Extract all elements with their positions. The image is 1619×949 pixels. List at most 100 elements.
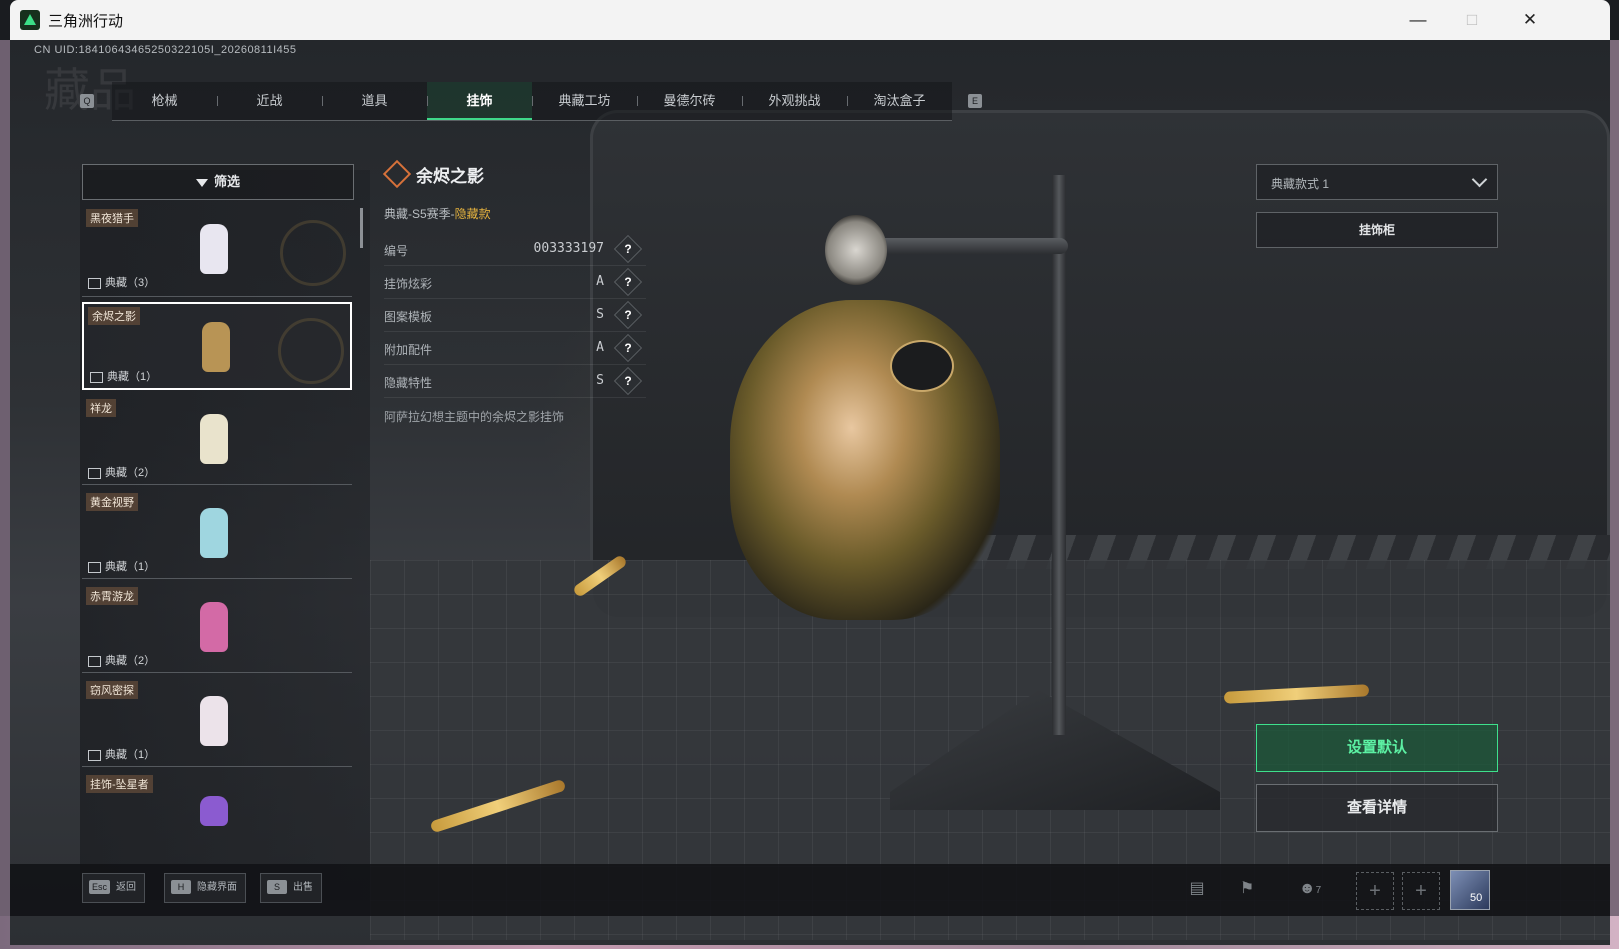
list-scrollbar[interactable] xyxy=(360,208,363,248)
tab-appearance-challenge[interactable]: 外观挑战 xyxy=(742,82,847,120)
item-name: 赤霄游龙 xyxy=(86,587,138,605)
party-icon[interactable]: ☻7 xyxy=(1286,876,1334,902)
season-tag: 典藏-S5赛季-隐藏款 xyxy=(384,205,491,222)
tab-collection-workshop[interactable]: 典藏工坊 xyxy=(532,82,637,120)
item-name: 祥龙 xyxy=(86,399,116,417)
key-h: H xyxy=(171,880,191,895)
charm-model[interactable] xyxy=(730,300,1000,620)
list-item[interactable]: 挂饰-坠星者 xyxy=(82,772,352,832)
tab-prev-key[interactable]: Q xyxy=(80,94,94,108)
row-label: 图案模板 xyxy=(384,310,433,324)
image-icon xyxy=(88,467,101,479)
list-divider xyxy=(82,672,352,673)
window-titlebar: 三角洲行动 — □ ✕ xyxy=(10,0,1610,40)
image-icon xyxy=(88,655,101,667)
help-icon[interactable]: ? xyxy=(613,234,643,264)
back-hint-button[interactable]: Esc 返回 xyxy=(82,873,146,903)
key-esc: Esc xyxy=(89,880,111,895)
row-value: S xyxy=(596,373,604,388)
row-value: 003333197 xyxy=(533,241,604,256)
display-stand-pole xyxy=(1052,175,1066,735)
hint-label: 出售 xyxy=(293,882,313,893)
user-uid: CN UID:18410643465250322105I_20260811I45… xyxy=(34,44,297,56)
item-count: 典藏（1） xyxy=(105,749,156,761)
item-name: 挂饰-坠星者 xyxy=(86,775,153,793)
close-button[interactable]: ✕ xyxy=(1510,8,1550,32)
desktop-edge-left xyxy=(0,40,10,916)
minimize-button[interactable]: — xyxy=(1398,8,1438,32)
rarity-diamond-icon xyxy=(382,159,412,189)
info-row-accessory: 附加配件 A ? xyxy=(384,332,646,365)
charm-thumbnail xyxy=(200,414,228,464)
item-name: 黑夜猎手 xyxy=(86,209,138,227)
item-count: 典藏（1） xyxy=(105,561,156,573)
maximize-button[interactable]: □ xyxy=(1452,8,1492,32)
charm-description: 阿萨拉幻想主题中的余烬之影挂饰 xyxy=(384,410,565,424)
charm-thumbnail xyxy=(200,508,228,558)
list-divider xyxy=(82,296,352,297)
list-divider xyxy=(82,766,352,767)
desktop-edge-right xyxy=(1610,40,1619,916)
set-default-button[interactable]: 设置默认 xyxy=(1256,724,1498,772)
charm-masked-face xyxy=(890,340,954,392)
list-divider xyxy=(82,578,352,579)
row-value: A xyxy=(596,274,604,289)
list-item[interactable]: 窃风密探 典藏（1） xyxy=(82,678,352,766)
game-scene: 藏品 CN UID:18410643465250322105I_20260811… xyxy=(10,40,1610,945)
charm-thumbnail xyxy=(202,322,230,372)
charm-skull-ornament xyxy=(825,215,887,285)
hint-label: 返回 xyxy=(116,882,137,893)
help-icon[interactable]: ? xyxy=(613,333,643,363)
season-prefix: 典藏-S5赛季- xyxy=(384,207,455,221)
tab-next-key[interactable]: E xyxy=(968,94,982,108)
hide-ui-hint-button[interactable]: H 隐藏界面 xyxy=(164,873,246,903)
row-label: 挂饰炫彩 xyxy=(384,277,433,291)
add-slot-button[interactable]: + xyxy=(1356,872,1394,910)
tab-items[interactable]: 道具 xyxy=(322,82,427,120)
row-value: S xyxy=(596,307,604,322)
item-name: 余烬之影 xyxy=(88,307,140,325)
item-count: 典藏（1） xyxy=(107,371,158,383)
party-count: 7 xyxy=(1315,885,1322,896)
flag-icon[interactable]: ⚑ xyxy=(1230,876,1264,902)
item-count: 典藏（2） xyxy=(105,655,156,667)
list-item-selected[interactable]: 余烬之影 典藏（1） xyxy=(82,302,352,390)
list-item[interactable]: 黑夜猎手 典藏（3） xyxy=(82,206,352,294)
charm-cabinet-button[interactable]: 挂饰柜 xyxy=(1256,212,1498,248)
item-name: 窃风密探 xyxy=(86,681,138,699)
item-name: 黄金视野 xyxy=(86,493,138,511)
add-slot-button[interactable]: + xyxy=(1402,872,1440,910)
coin-emblem-icon xyxy=(280,220,346,286)
list-item[interactable]: 赤霄游龙 典藏（2） xyxy=(82,584,352,672)
avatar[interactable] xyxy=(1450,870,1490,910)
list-item[interactable]: 祥龙 典藏（2） xyxy=(82,396,352,484)
tab-mandel-brick[interactable]: 曼德尔砖 xyxy=(637,82,742,120)
row-label: 隐藏特性 xyxy=(384,376,433,390)
style-dropdown[interactable]: 典藏款式 1 xyxy=(1256,164,1498,200)
help-icon[interactable]: ? xyxy=(613,267,643,297)
row-label: 附加配件 xyxy=(384,343,433,357)
sell-hint-button[interactable]: S 出售 xyxy=(260,873,322,903)
info-row-color: 挂饰炫彩 A ? xyxy=(384,266,646,299)
filter-icon xyxy=(195,178,208,187)
view-detail-button[interactable]: 查看详情 xyxy=(1256,784,1498,832)
stats-icon[interactable]: ▤ xyxy=(1180,876,1214,902)
charm-title: 余烬之影 xyxy=(416,167,484,186)
image-icon xyxy=(88,561,101,573)
help-icon[interactable]: ? xyxy=(613,300,643,330)
charm-thumbnail xyxy=(200,796,228,826)
row-value: A xyxy=(596,340,604,355)
tab-guns[interactable]: 枪械 xyxy=(112,82,217,120)
image-icon xyxy=(88,277,101,289)
charm-thumbnail xyxy=(200,224,228,274)
list-item[interactable]: 黄金视野 典藏（1） xyxy=(82,490,352,578)
tab-charms[interactable]: 挂饰 xyxy=(427,82,532,120)
tab-melee[interactable]: 近战 xyxy=(217,82,322,120)
charm-thumbnail xyxy=(200,696,228,746)
row-label: 编号 xyxy=(384,244,409,258)
info-row-hidden-trait: 隐藏特性 S ? xyxy=(384,365,646,398)
filter-label: 筛选 xyxy=(213,174,240,189)
help-icon[interactable]: ? xyxy=(613,366,643,396)
filter-button[interactable]: 筛选 xyxy=(82,164,354,200)
tab-elimination-box[interactable]: 淘汰盒子 xyxy=(847,82,952,120)
